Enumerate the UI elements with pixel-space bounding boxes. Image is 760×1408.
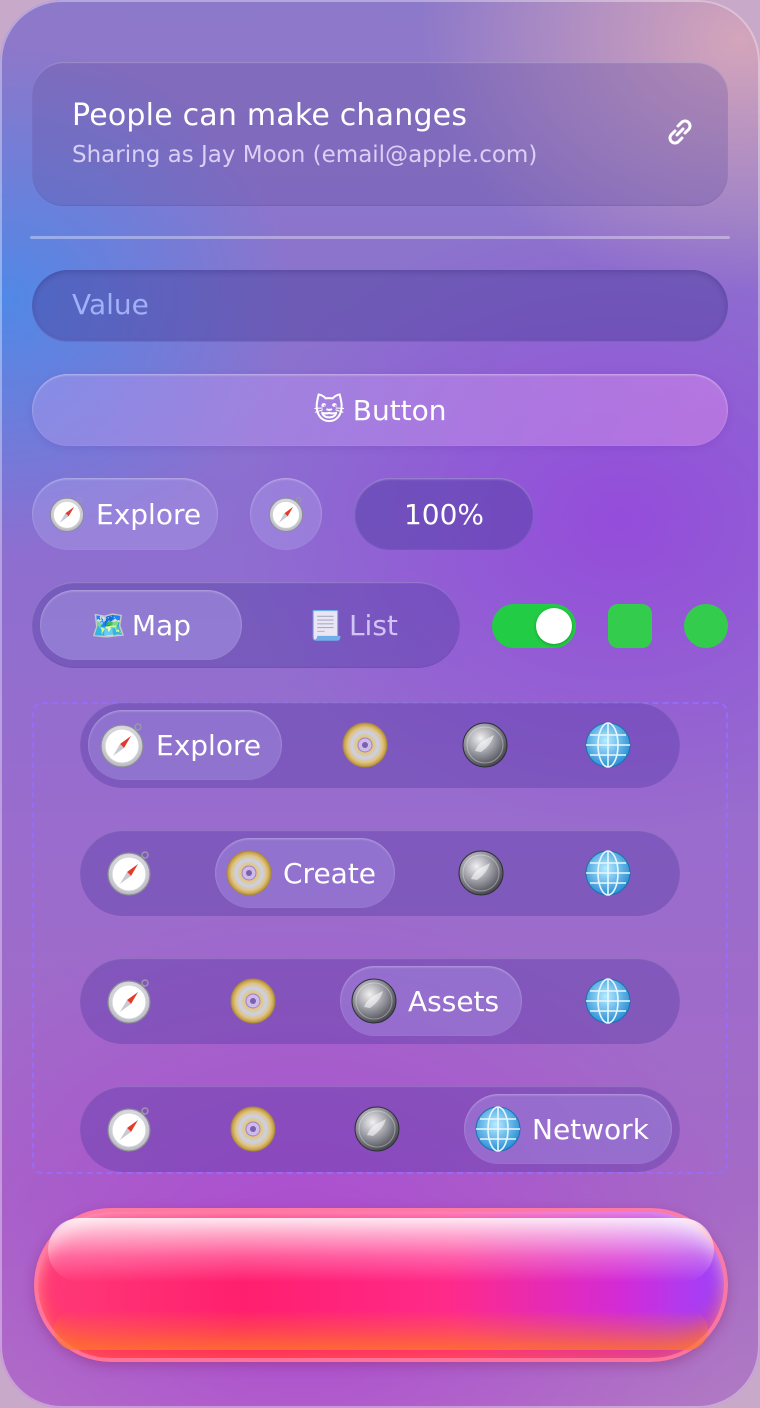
segmented-control: 🗺️ Map 📃 List xyxy=(32,582,460,668)
tab-bar-create-selected: Create xyxy=(80,830,680,916)
share-subtitle: Sharing as Jay Moon (email@apple.com) xyxy=(72,142,538,168)
percent-label: 100% xyxy=(403,497,485,531)
tab-bar-explore-selected: Explore xyxy=(80,702,680,788)
globe-icon xyxy=(584,977,632,1025)
green-circle-swatch[interactable] xyxy=(684,604,728,648)
compass-icon xyxy=(267,495,305,533)
tab-create[interactable]: Create xyxy=(215,838,395,908)
tab-create[interactable] xyxy=(218,1094,288,1164)
coin-icon xyxy=(350,977,398,1025)
share-header: People can make changes Sharing as Jay M… xyxy=(32,62,728,206)
tab-explore[interactable] xyxy=(94,966,164,1036)
tab-assets[interactable] xyxy=(446,838,516,908)
tab-explore[interactable] xyxy=(94,838,164,908)
liquid-glass-button[interactable] xyxy=(34,1208,728,1362)
tab-explore-label: Explore xyxy=(156,728,262,762)
green-square-swatch[interactable] xyxy=(608,604,652,648)
tab-network[interactable]: Network xyxy=(464,1094,672,1164)
share-title: People can make changes xyxy=(72,98,468,133)
disc-icon xyxy=(341,721,389,769)
disc-icon xyxy=(229,1105,277,1153)
list-emoji-icon: 📃 xyxy=(308,608,343,642)
tab-create[interactable] xyxy=(218,966,288,1036)
globe-icon xyxy=(584,721,632,769)
toggle-knob xyxy=(536,608,572,644)
tab-create[interactable] xyxy=(330,710,400,780)
tab-assets-label: Assets xyxy=(408,984,500,1018)
tab-explore[interactable] xyxy=(94,1094,164,1164)
panel: People can make changes Sharing as Jay M… xyxy=(0,0,760,1408)
value-input[interactable]: Value xyxy=(32,270,728,342)
tab-network-label: Network xyxy=(532,1112,649,1146)
map-emoji-icon: 🗺️ xyxy=(91,608,126,642)
tab-explore[interactable]: Explore xyxy=(88,710,282,780)
tab-bar-network-selected: Network xyxy=(80,1086,680,1172)
primary-button[interactable]: 😺 Button xyxy=(32,374,728,446)
toggle-switch[interactable] xyxy=(492,604,576,648)
tab-assets[interactable] xyxy=(342,1094,412,1164)
percent-button[interactable]: 100% xyxy=(354,478,534,550)
explore-button-label: Explore xyxy=(96,497,202,531)
compass-icon xyxy=(105,849,153,897)
tab-assets[interactable] xyxy=(450,710,520,780)
segment-map[interactable]: 🗺️ Map xyxy=(40,590,242,660)
globe-icon xyxy=(584,849,632,897)
cat-emoji-icon: 😺 xyxy=(313,392,345,428)
compass-icon xyxy=(98,721,146,769)
segment-list[interactable]: 📃 List xyxy=(254,590,452,660)
tab-network[interactable] xyxy=(573,966,643,1036)
compass-icon xyxy=(48,495,86,533)
tab-create-label: Create xyxy=(283,856,377,890)
compass-icon xyxy=(105,977,153,1025)
value-placeholder: Value xyxy=(72,288,149,321)
link-icon[interactable] xyxy=(662,114,698,150)
primary-button-label: Button xyxy=(352,393,447,427)
coin-icon xyxy=(461,721,509,769)
tab-bar-assets-selected: Assets xyxy=(80,958,680,1044)
disc-icon xyxy=(225,849,273,897)
tab-assets[interactable]: Assets xyxy=(340,966,522,1036)
coin-icon xyxy=(457,849,505,897)
coin-icon xyxy=(353,1105,401,1153)
divider xyxy=(30,236,730,239)
tab-network[interactable] xyxy=(573,838,643,908)
disc-icon xyxy=(229,977,277,1025)
compass-button[interactable] xyxy=(250,478,322,550)
explore-button[interactable]: Explore xyxy=(32,478,218,550)
segment-list-label: List xyxy=(348,608,398,642)
compass-icon xyxy=(105,1105,153,1153)
tab-network[interactable] xyxy=(573,710,643,780)
segment-map-label: Map xyxy=(131,608,191,642)
globe-icon xyxy=(474,1105,522,1153)
